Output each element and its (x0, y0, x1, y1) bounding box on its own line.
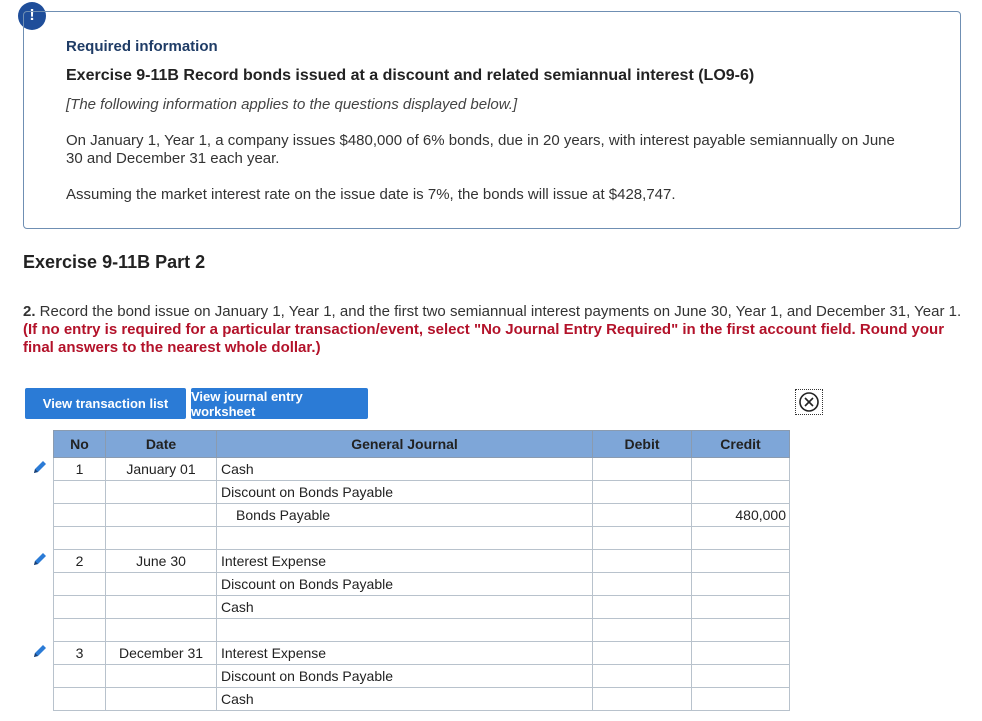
entry-number (53, 664, 106, 688)
table-row: Cash (53, 595, 790, 619)
entry-date[interactable] (105, 526, 217, 550)
part-title: Exercise 9-11B Part 2 (23, 252, 206, 272)
credit-cell[interactable] (691, 526, 790, 550)
question-number: 2. (23, 303, 36, 320)
required-information-box: Required information Exercise 9-11B Reco… (23, 11, 961, 229)
table-row (53, 618, 790, 642)
account-cell[interactable] (216, 526, 593, 550)
credit-cell[interactable]: 480,000 (691, 503, 790, 527)
debit-cell[interactable] (592, 572, 692, 596)
credit-cell[interactable] (691, 457, 790, 481)
entry-date[interactable] (105, 595, 217, 619)
journal-header-row: No Date General Journal Debit Credit (53, 430, 790, 458)
question-text: 2. Record the bond issue on January 1, Y… (23, 303, 968, 357)
entry-date[interactable] (105, 664, 217, 688)
entry-number: 2 (53, 549, 106, 573)
debit-cell[interactable] (592, 687, 692, 711)
debit-cell[interactable] (592, 480, 692, 504)
account-cell[interactable]: Interest Expense (216, 641, 593, 665)
debit-cell[interactable] (592, 457, 692, 481)
entry-date[interactable] (105, 572, 217, 596)
entry-number (53, 503, 106, 527)
header-debit: Debit (592, 430, 692, 458)
debit-cell[interactable] (592, 595, 692, 619)
entry-number: 3 (53, 641, 106, 665)
credit-cell[interactable] (691, 572, 790, 596)
table-row (53, 526, 790, 550)
pencil-icon[interactable] (31, 550, 49, 568)
info-paragraph-2: Assuming the market interest rate on the… (66, 186, 676, 203)
header-date: Date (105, 430, 217, 458)
entry-date[interactable] (105, 618, 217, 642)
exercise-title: Exercise 9-11B Record bonds issued at a … (66, 67, 755, 84)
header-no: No (53, 430, 106, 458)
entry-number: 1 (53, 457, 106, 481)
entry-number (53, 687, 106, 711)
credit-cell[interactable] (691, 549, 790, 573)
account-cell[interactable]: Bonds Payable (216, 503, 593, 527)
entry-date[interactable]: January 01 (105, 457, 217, 481)
account-cell[interactable]: Discount on Bonds Payable (216, 572, 593, 596)
credit-cell[interactable] (691, 687, 790, 711)
debit-cell[interactable] (592, 664, 692, 688)
table-row: Discount on Bonds Payable (53, 572, 790, 596)
account-cell[interactable]: Cash (216, 457, 593, 481)
table-row: 1 January 01 Cash (53, 457, 790, 481)
entry-date[interactable]: June 30 (105, 549, 217, 573)
view-transaction-list-button[interactable]: View transaction list (25, 388, 186, 419)
debit-cell[interactable] (592, 549, 692, 573)
pencil-icon[interactable] (31, 642, 49, 660)
table-row: Cash (53, 687, 790, 711)
account-cell[interactable] (216, 618, 593, 642)
question-body: Record the bond issue on January 1, Year… (35, 303, 962, 320)
account-cell[interactable]: Interest Expense (216, 549, 593, 573)
close-circle-icon[interactable] (795, 389, 823, 415)
entry-date[interactable] (105, 687, 217, 711)
header-credit: Credit (691, 430, 790, 458)
credit-cell[interactable] (691, 480, 790, 504)
entry-number (53, 572, 106, 596)
info-note: [The following information applies to th… (66, 96, 518, 113)
view-journal-worksheet-button[interactable]: View journal entry worksheet (191, 388, 368, 419)
required-information-heading: Required information (66, 38, 218, 55)
info-paragraph-1: On January 1, Year 1, a company issues $… (66, 132, 895, 167)
header-general-journal: General Journal (216, 430, 593, 458)
entry-number (53, 480, 106, 504)
debit-cell[interactable] (592, 503, 692, 527)
table-row: Bonds Payable 480,000 (53, 503, 790, 527)
table-row: 3 December 31 Interest Expense (53, 641, 790, 665)
debit-cell[interactable] (592, 641, 692, 665)
entry-number (53, 618, 106, 642)
credit-cell[interactable] (691, 595, 790, 619)
account-cell[interactable]: Discount on Bonds Payable (216, 664, 593, 688)
debit-cell[interactable] (592, 526, 692, 550)
pencil-icon[interactable] (31, 458, 49, 476)
credit-cell[interactable] (691, 641, 790, 665)
account-cell[interactable]: Cash (216, 595, 593, 619)
credit-cell[interactable] (691, 664, 790, 688)
entry-number (53, 526, 106, 550)
account-cell[interactable]: Discount on Bonds Payable (216, 480, 593, 504)
table-row: Discount on Bonds Payable (53, 480, 790, 504)
debit-cell[interactable] (592, 618, 692, 642)
credit-cell[interactable] (691, 618, 790, 642)
account-cell[interactable]: Cash (216, 687, 593, 711)
entry-number (53, 595, 106, 619)
table-row: Discount on Bonds Payable (53, 664, 790, 688)
question-instruction: (If no entry is required for a particula… (23, 321, 945, 356)
entry-date[interactable] (105, 503, 217, 527)
entry-date[interactable]: December 31 (105, 641, 217, 665)
general-journal-table: No Date General Journal Debit Credit 1 J… (53, 430, 790, 711)
table-row: 2 June 30 Interest Expense (53, 549, 790, 573)
entry-date[interactable] (105, 480, 217, 504)
